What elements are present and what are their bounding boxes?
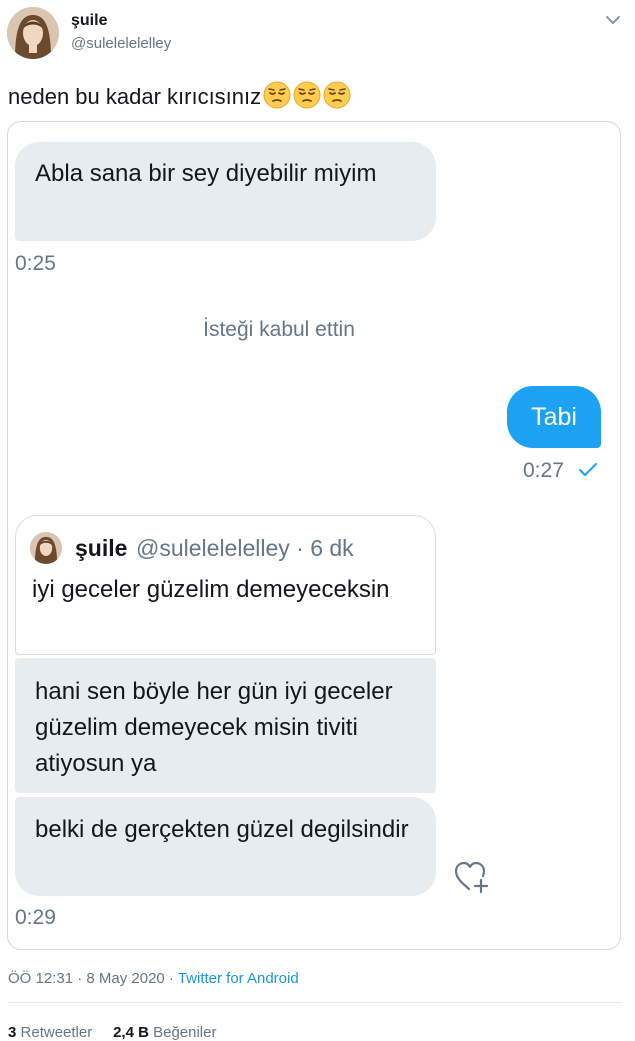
message-time: 0:27 (523, 459, 564, 482)
tweet-source-link[interactable]: Twitter for Android (178, 970, 299, 987)
tweet-text: neden bu kadar kırıcısınız (8, 81, 351, 110)
tweet-meta: ÖÖ 12:31 · 8 May 2020 · Twitter for Andr… (8, 970, 299, 987)
message-text: hani sen böyle her gün iyi geceler güzel… (35, 678, 393, 777)
quoted-tweet-avatar (30, 532, 62, 564)
user-handle[interactable]: @sulelelelelley (71, 35, 171, 52)
retweets-label: Retweetler (20, 1024, 93, 1041)
likes-label: Beğeniler (153, 1024, 217, 1041)
message-bubble-incoming: Abla sana bir sey diyebilir miyim (15, 142, 436, 241)
message-text: belki de gerçekten güzel degilsindir (35, 816, 409, 843)
quoted-tweet-handle: @sulelelelelley · 6 dk (136, 535, 354, 561)
likes-count: 2,4 B (113, 1024, 149, 1041)
likes-stat[interactable]: 2,4 B Beğeniler (113, 1024, 216, 1041)
message-bubble-incoming: hani sen böyle her gün iyi geceler güzel… (15, 658, 436, 793)
retweets-count: 3 (8, 1024, 17, 1041)
tweet-stats: 3 Retweetler 2,4 B Beğeniler (8, 1024, 216, 1041)
avatar[interactable] (7, 7, 59, 59)
pensive-face-icon (323, 81, 351, 109)
emoji-group (261, 81, 351, 109)
message-text: Tabi (531, 403, 577, 431)
retweets-stat[interactable]: 3 Retweetler (8, 1024, 92, 1041)
checkmark-icon (579, 463, 597, 476)
heart-plus-icon[interactable] (452, 858, 492, 896)
divider (8, 1002, 622, 1003)
system-message: İsteği kabul ettin (203, 318, 355, 341)
tweet-text-content: neden bu kadar kırıcısınız (8, 84, 262, 109)
message-time: 0:25 (15, 252, 56, 275)
message-bubble-incoming: belki de gerçekten güzel degilsindir (15, 797, 436, 896)
tweet-timestamp[interactable]: ÖÖ 12:31 · 8 May 2020 · (8, 970, 178, 987)
pensive-face-icon (293, 81, 321, 109)
quoted-tweet-text: iyi geceler güzelim demeyeceksin (32, 576, 390, 603)
message-time: 0:29 (15, 906, 56, 929)
quoted-tweet-name: şuile (75, 535, 128, 561)
pensive-face-icon (263, 81, 291, 109)
message-text: Abla sana bir sey diyebilir miyim (35, 160, 377, 187)
chevron-down-icon[interactable] (603, 10, 623, 30)
message-bubble-outgoing: Tabi (507, 386, 601, 448)
display-name[interactable]: şuile (71, 12, 107, 30)
